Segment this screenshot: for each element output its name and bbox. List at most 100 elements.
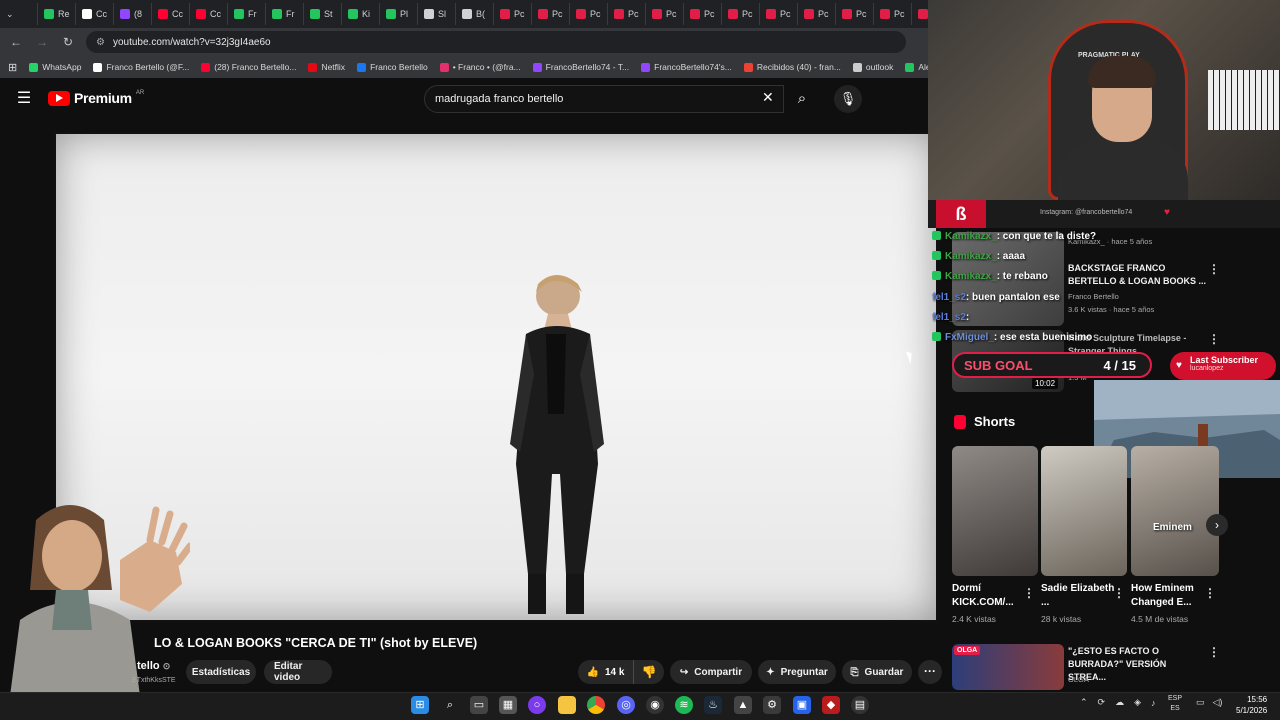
reload-icon[interactable]: ↻: [60, 35, 76, 49]
app-icon[interactable]: ○: [528, 696, 546, 714]
bookmark-item[interactable]: Recibidos (40) - fran...: [743, 62, 841, 72]
short-title[interactable]: How Eminem Changed E...: [1131, 582, 1207, 610]
tab-label: B(: [476, 9, 485, 19]
back-icon[interactable]: ←: [8, 35, 24, 49]
bookmark-item[interactable]: (28) Franco Bertello...: [201, 62, 296, 72]
obs-icon[interactable]: ◉: [646, 696, 664, 714]
short-menu-icon[interactable]: ⋮: [1204, 586, 1216, 600]
volume-icon[interactable]: ◁): [1213, 697, 1223, 708]
shorts-next-icon[interactable]: ›: [1206, 514, 1228, 536]
site-info-icon[interactable]: ⚙: [96, 37, 105, 48]
bookmark-item[interactable]: Netflix: [308, 62, 345, 72]
youtube-premium-logo[interactable]: Premium AR: [48, 90, 144, 106]
microphone-icon[interactable]: 🎙: [834, 85, 862, 113]
browser-tab[interactable]: Cc: [190, 3, 228, 25]
stats-button[interactable]: Estadísticas: [186, 660, 256, 684]
browser-tab[interactable]: Pc: [608, 3, 646, 25]
browser-tab[interactable]: (8: [114, 3, 152, 25]
app-icon[interactable]: ◆: [822, 696, 840, 714]
chevron-up-icon[interactable]: ⌃: [1080, 697, 1088, 708]
browser-tab[interactable]: Pc: [684, 3, 722, 25]
short-thumbnail[interactable]: [952, 446, 1038, 576]
taskbar-search-icon[interactable]: ⌕: [441, 696, 459, 714]
channel-name[interactable]: tello ⊙: [137, 660, 170, 672]
browser-tab[interactable]: Pl: [380, 3, 418, 25]
bookmark-item[interactable]: outlook: [852, 62, 893, 72]
more-actions-icon[interactable]: ···: [918, 660, 942, 684]
browser-tab[interactable]: Pc: [874, 3, 912, 25]
browser-tab[interactable]: Pc: [836, 3, 874, 25]
browser-tab[interactable]: Re: [38, 3, 76, 25]
browser-tab[interactable]: Pc: [722, 3, 760, 25]
apps-icon[interactable]: ⊞: [8, 61, 17, 74]
browser-tab[interactable]: Pc: [646, 3, 684, 25]
browser-tab[interactable]: Pc: [532, 3, 570, 25]
bookmark-item[interactable]: WhatsApp: [29, 62, 81, 72]
recommendation-title[interactable]: BACKSTAGE FRANCO BERTELLO & LOGAN BOOKS …: [1068, 262, 1208, 288]
taskbar-clock[interactable]: 15:56 5/1/2026: [1236, 694, 1267, 716]
network-icon[interactable]: ▭: [1196, 697, 1205, 708]
browser-tab[interactable]: St: [304, 3, 342, 25]
search-icon[interactable]: ⌕: [786, 85, 818, 113]
browser-tab[interactable]: Pc: [912, 3, 928, 25]
store-icon[interactable]: ▦: [499, 696, 517, 714]
short-thumbnail[interactable]: Eminem: [1131, 446, 1219, 576]
short-menu-icon[interactable]: ⋮: [1023, 586, 1035, 600]
dislike-button[interactable]: 👎: [634, 660, 664, 684]
bookmark-item[interactable]: FrancoBertello74's...: [641, 62, 732, 72]
recommendation-thumbnail[interactable]: OLGA: [952, 644, 1064, 690]
app-icon[interactable]: ▤: [851, 696, 869, 714]
short-thumbnail[interactable]: [1041, 446, 1127, 576]
tray-app-icon[interactable]: ☁: [1115, 697, 1124, 708]
bookmark-item[interactable]: Aler: [905, 62, 928, 72]
browser-tab[interactable]: Fr: [266, 3, 304, 25]
clock-date: 5/1/2026: [1236, 706, 1268, 715]
tray-app-icon[interactable]: ◈: [1134, 697, 1141, 708]
browser-tab[interactable]: Sl: [418, 3, 456, 25]
browser-tab[interactable]: Pc: [798, 3, 836, 25]
bookmark-item[interactable]: FrancoBertello74 - T...: [532, 62, 629, 72]
spotify-icon[interactable]: ≋: [675, 696, 693, 714]
recommendation-menu-icon[interactable]: ⋮: [1208, 645, 1220, 659]
chat-text: : te rebano: [996, 271, 1048, 282]
language-indicator[interactable]: ESP ES: [1168, 694, 1182, 714]
save-button[interactable]: ⎘ Guardar: [842, 660, 912, 684]
file-explorer-icon[interactable]: [558, 696, 576, 714]
like-button[interactable]: 👍 14 k: [578, 660, 634, 684]
browser-tab[interactable]: B(: [456, 3, 494, 25]
browser-tab[interactable]: Pc: [760, 3, 798, 25]
forward-icon[interactable]: →: [34, 35, 50, 49]
short-title[interactable]: Dormí KICK.COM/...: [952, 582, 1028, 610]
browser-tab[interactable]: Pc: [494, 3, 532, 25]
browser-tab[interactable]: Pc: [570, 3, 608, 25]
task-view-icon[interactable]: ▭: [470, 696, 488, 714]
tray-app-icon[interactable]: ⟳: [1098, 697, 1106, 708]
search-input[interactable]: madrugada franco bertello: [424, 85, 784, 113]
app-icon[interactable]: ⚙: [763, 696, 781, 714]
recommendation-menu-icon[interactable]: ⋮: [1208, 262, 1220, 276]
bookmark-item[interactable]: Franco Bertello (@F...: [93, 62, 189, 72]
chrome-icon[interactable]: [587, 696, 605, 714]
bookmark-item[interactable]: Franco Bertello: [357, 62, 428, 72]
short-title[interactable]: Sadie Elizabeth ...: [1041, 582, 1117, 610]
hamburger-menu-icon[interactable]: ☰: [14, 90, 34, 108]
app-icon[interactable]: ▲: [734, 696, 752, 714]
url-field[interactable]: ⚙ youtube.com/watch?v=32j3gI4ae6o: [86, 31, 906, 53]
clear-search-icon[interactable]: ✕: [762, 89, 774, 106]
browser-tab[interactable]: Cc: [152, 3, 190, 25]
app-icon[interactable]: ▣: [793, 696, 811, 714]
tray-mic-icon[interactable]: ♪: [1151, 698, 1156, 708]
short-menu-icon[interactable]: ⋮: [1113, 586, 1125, 600]
steam-icon[interactable]: ♨: [704, 696, 722, 714]
ask-button[interactable]: ✦ Preguntar: [758, 660, 836, 684]
windows-start-icon[interactable]: ⊞: [411, 696, 429, 714]
recommendation-menu-icon[interactable]: ⋮: [1208, 332, 1220, 346]
share-button[interactable]: ↪ Compartir: [670, 660, 752, 684]
edit-video-button[interactable]: Editar video: [264, 660, 332, 684]
browser-tab[interactable]: Fr: [228, 3, 266, 25]
browser-tab[interactable]: Cc: [76, 3, 114, 25]
tab-search-icon[interactable]: ⌄: [0, 3, 38, 25]
discord-icon[interactable]: ◎: [617, 696, 635, 714]
browser-tab[interactable]: Ki: [342, 3, 380, 25]
bookmark-item[interactable]: • Franco • (@fra...: [439, 62, 521, 72]
